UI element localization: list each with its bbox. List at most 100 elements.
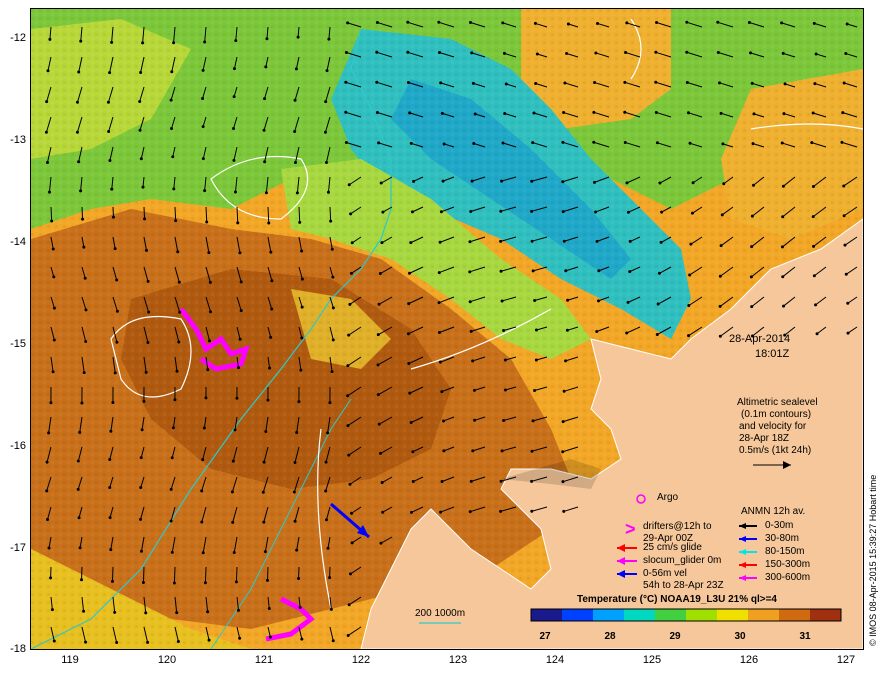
velocity-vector-head: [440, 480, 444, 484]
vel-label-2: 54h to 28-Apr 23Z: [643, 580, 724, 591]
velocity-vector-head: [533, 388, 537, 392]
velocity-vector-head: [175, 611, 179, 615]
velocity-vector-head: [624, 51, 628, 55]
velocity-vector-head: [812, 274, 816, 278]
lon-label: 122: [351, 654, 371, 666]
velocity-vector-head: [203, 40, 207, 44]
velocity-vector-head: [236, 221, 240, 225]
colorbar-swatch: [655, 609, 687, 621]
velocity-vector-head: [234, 580, 238, 584]
colorbar-title: Temperature (°C) NOAA19_L3U 21% ql>=4: [577, 594, 777, 605]
velocity-vector-head: [83, 276, 87, 280]
velocity-vector-head: [780, 245, 784, 249]
vel-label: 0-56m vel: [643, 568, 687, 579]
velocity-vector-head: [658, 181, 662, 185]
lat-label: -15: [10, 338, 26, 350]
velocity-vector-head: [442, 142, 446, 146]
velocity-vector-head: [439, 510, 443, 514]
velocity-vector-head: [562, 239, 566, 243]
velocity-vector-head: [842, 81, 846, 85]
velocity-vector-head: [110, 40, 114, 44]
altimetry-line: Altimetric sealevel: [737, 397, 818, 408]
velocity-vector-head: [346, 364, 350, 368]
velocity-vector-head: [238, 636, 242, 640]
velocity-vector-head: [300, 637, 304, 641]
velocity-vector-head: [530, 179, 534, 183]
anmn-item: 30-80m: [765, 533, 799, 544]
sst-map[interactable]: 28-Apr-2014 18:01Z Altimetric sealevel (…: [30, 8, 864, 650]
sst-map-canvas: [31, 9, 863, 649]
velocity-vector-head: [141, 581, 145, 585]
velocity-vector-head: [530, 449, 534, 453]
velocity-vector-head: [660, 210, 664, 214]
velocity-vector-head: [170, 127, 174, 131]
velocity-vector-head: [140, 428, 144, 432]
velocity-vector-head: [412, 179, 416, 183]
velocity-vector-head: [295, 430, 299, 434]
velocity-vector-head: [470, 179, 474, 183]
velocity-vector-head: [377, 302, 381, 306]
velocity-vector-head: [685, 50, 689, 54]
velocity-vector-head: [533, 298, 537, 302]
velocity-vector-head: [75, 100, 79, 104]
velocity-vector: [142, 566, 145, 583]
argo-label: Argo: [657, 492, 679, 503]
velocity-vector-head: [170, 456, 174, 460]
velocity-vector-head: [347, 183, 351, 187]
velocity-vector-head: [52, 306, 56, 310]
velocity-vector-head: [470, 51, 474, 55]
velocity-vector-head: [205, 220, 209, 224]
velocity-vector-head: [177, 340, 181, 344]
anmn-item: 80-150m: [765, 546, 805, 557]
velocity-vector-head: [500, 449, 504, 453]
velocity-vector-head: [267, 606, 271, 610]
velocity-vector-head: [45, 460, 49, 464]
lat-label: -18: [10, 643, 26, 655]
velocity-vector-head: [232, 127, 236, 131]
velocity-vector-head: [410, 210, 414, 214]
velocity-vector-head: [814, 52, 818, 56]
velocity-vector-head: [200, 489, 204, 493]
velocity-vector-head: [171, 426, 175, 430]
velocity-vector-head: [437, 301, 441, 305]
lat-label: -12: [10, 32, 26, 44]
velocity-vector-head: [690, 211, 694, 215]
velocity-vector-head: [295, 191, 299, 195]
velocity-vector-head: [468, 300, 472, 304]
velocity-vector-head: [204, 396, 208, 400]
velocity-vector-head: [235, 396, 239, 400]
velocity-vector-head: [689, 242, 693, 246]
velocity-vector-head: [299, 368, 303, 372]
velocity-vector-head: [565, 51, 569, 55]
velocity-vector-head: [469, 479, 473, 483]
velocity-vector-head: [115, 641, 119, 645]
velocity-vector-head: [264, 191, 268, 195]
velocity-vector-head: [324, 518, 328, 522]
velocity-vector-head: [406, 50, 410, 54]
velocity-vector-head: [781, 51, 785, 55]
velocity-vector-head: [115, 309, 119, 313]
velocity-vector-head: [348, 302, 352, 306]
velocity-vector-head: [781, 275, 785, 279]
velocity-vector-head: [473, 418, 477, 422]
velocity-vector-head: [201, 68, 205, 72]
velocity-vector-head: [139, 157, 143, 161]
velocity-vector-head: [206, 368, 210, 372]
velocity-vector-head: [231, 520, 235, 524]
velocity-vector-head: [144, 248, 148, 252]
velocity-vector-head: [82, 371, 86, 375]
velocity-vector-head: [409, 510, 413, 514]
anmn-item: 300-600m: [765, 572, 811, 583]
velocity-vector-head: [201, 96, 205, 100]
lon-label: 125: [642, 654, 662, 666]
velocity-vector-head: [46, 69, 50, 73]
velocity-vector-head: [347, 603, 351, 607]
velocity-vector-head: [78, 546, 82, 550]
velocity-vector-head: [45, 100, 49, 104]
velocity-vector-head: [438, 360, 442, 364]
velocity-vector-head: [561, 180, 565, 184]
colorbar-swatch: [624, 609, 656, 621]
velocity-vector-head: [375, 20, 379, 24]
velocity-vector-head: [297, 400, 301, 404]
velocity-vector-head: [239, 280, 243, 284]
